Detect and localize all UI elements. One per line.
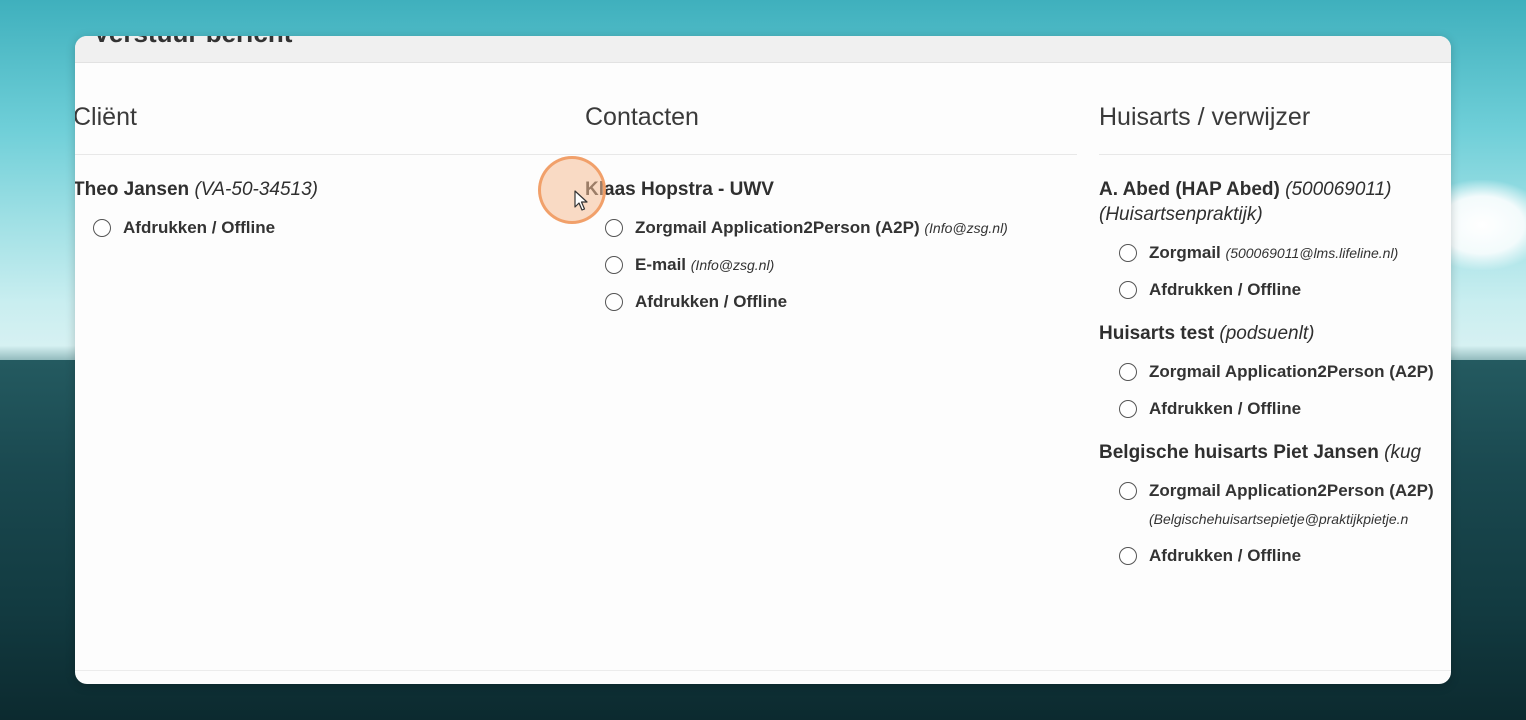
- option-print-offline[interactable]: Afdrukken / Offline: [93, 217, 588, 239]
- option-detail: (Info@zsg.nl): [924, 220, 1008, 236]
- recipient-id: (kug: [1384, 442, 1422, 463]
- recipient-a-abed: A. Abed (HAP Abed) (500069011) (Huisarts…: [1099, 177, 1451, 301]
- recipient-name: Klaas Hopstra - UWV: [585, 179, 774, 200]
- recipient-id: (VA-50-34513): [194, 179, 319, 200]
- option-print-offline[interactable]: Afdrukken / Offline: [1119, 398, 1451, 420]
- send-message-modal: Verstuur bericht Cliënt Theo Jansen (VA-…: [75, 36, 1451, 684]
- column-contacts: Contacten Klaas Hopstra - UWV Zorgmail A…: [585, 98, 1077, 313]
- option-print-offline[interactable]: Afdrukken / Offline: [605, 291, 1077, 313]
- option-label: Afdrukken / Offline: [1149, 546, 1302, 565]
- modal-header: Verstuur bericht: [75, 36, 1451, 63]
- recipient-id: (500069011): [1285, 179, 1392, 200]
- radio-button-icon[interactable]: [93, 219, 111, 237]
- radio-button-icon[interactable]: [605, 256, 623, 274]
- column-gp-referrer: Huisarts / verwijzer A. Abed (HAP Abed) …: [1099, 98, 1451, 567]
- radio-button-icon[interactable]: [605, 219, 623, 237]
- radio-button-icon[interactable]: [1119, 281, 1137, 299]
- option-label: Afdrukken / Offline: [1149, 399, 1302, 418]
- recipient-name: Theo Jansen (VA-50-34513): [75, 179, 319, 200]
- recipient-name: Huisarts test (podsuenlt): [1099, 323, 1315, 344]
- column-title-client: Cliënt: [75, 98, 588, 155]
- recipient-name: A. Abed (HAP Abed) (500069011) (Huisarts…: [1099, 177, 1451, 227]
- option-detail: (500069011@lms.lifeline.nl): [1225, 245, 1399, 261]
- recipient-id: (podsuenlt): [1219, 323, 1315, 344]
- column-title-contacts: Contacten: [585, 98, 1077, 155]
- modal-footer-divider: [75, 670, 1451, 671]
- option-detail: (Info@zsg.nl): [690, 257, 775, 273]
- option-email[interactable]: E-mail (Info@zsg.nl): [605, 254, 1077, 276]
- radio-button-icon[interactable]: [1119, 400, 1137, 418]
- option-label: Zorgmail Application2Person (A2P): [1149, 362, 1434, 381]
- recipient-klaas-hopstra: Klaas Hopstra - UWV Zorgmail Application…: [585, 177, 1077, 313]
- column-client: Cliënt Theo Jansen (VA-50-34513) Afdrukk…: [75, 98, 588, 239]
- radio-button-icon[interactable]: [1119, 244, 1137, 262]
- option-label: Afdrukken / Offline: [635, 292, 788, 311]
- recipient-piet-jansen: Belgische huisarts Piet Jansen (kug Zorg…: [1099, 440, 1451, 567]
- modal-title: Verstuur bericht: [93, 36, 292, 49]
- option-print-offline[interactable]: Afdrukken / Offline: [1119, 279, 1451, 301]
- radio-button-icon[interactable]: [1119, 547, 1137, 565]
- option-detail: (Belgischehuisartsepietje@praktijkpietje…: [1149, 511, 1409, 527]
- option-zorgmail-a2p[interactable]: Zorgmail Application2Person (A2P) (Belgi…: [1119, 480, 1451, 530]
- recipient-huisarts-test: Huisarts test (podsuenlt) Zorgmail Appli…: [1099, 321, 1451, 420]
- option-zorgmail-a2p[interactable]: Zorgmail Application2Person (A2P): [1119, 361, 1451, 383]
- option-print-offline[interactable]: Afdrukken / Offline: [1119, 545, 1451, 567]
- click-highlight: [538, 156, 606, 224]
- radio-button-icon[interactable]: [1119, 363, 1137, 381]
- column-title-gp: Huisarts / verwijzer: [1099, 98, 1451, 155]
- option-label: Zorgmail Application2Person (A2P): [635, 218, 920, 237]
- option-label: E-mail: [635, 255, 687, 274]
- recipient-name: Belgische huisarts Piet Jansen (kug: [1099, 442, 1422, 463]
- option-label: Zorgmail Application2Person (A2P): [1149, 481, 1434, 500]
- option-label: Zorgmail: [1149, 243, 1221, 262]
- option-label: Afdrukken / Offline: [123, 218, 276, 237]
- recipient-organization: (Huisartsenpraktijk): [1099, 204, 1263, 225]
- recipient-theo-jansen: Theo Jansen (VA-50-34513) Afdrukken / Of…: [75, 177, 588, 239]
- mouse-pointer-icon: [574, 190, 588, 211]
- radio-button-icon[interactable]: [605, 293, 623, 311]
- option-zorgmail-a2p[interactable]: Zorgmail Application2Person (A2P) (Info@…: [605, 217, 1077, 239]
- radio-button-icon[interactable]: [1119, 482, 1137, 500]
- option-zorgmail[interactable]: Zorgmail (500069011@lms.lifeline.nl): [1119, 242, 1451, 264]
- option-label: Afdrukken / Offline: [1149, 280, 1302, 299]
